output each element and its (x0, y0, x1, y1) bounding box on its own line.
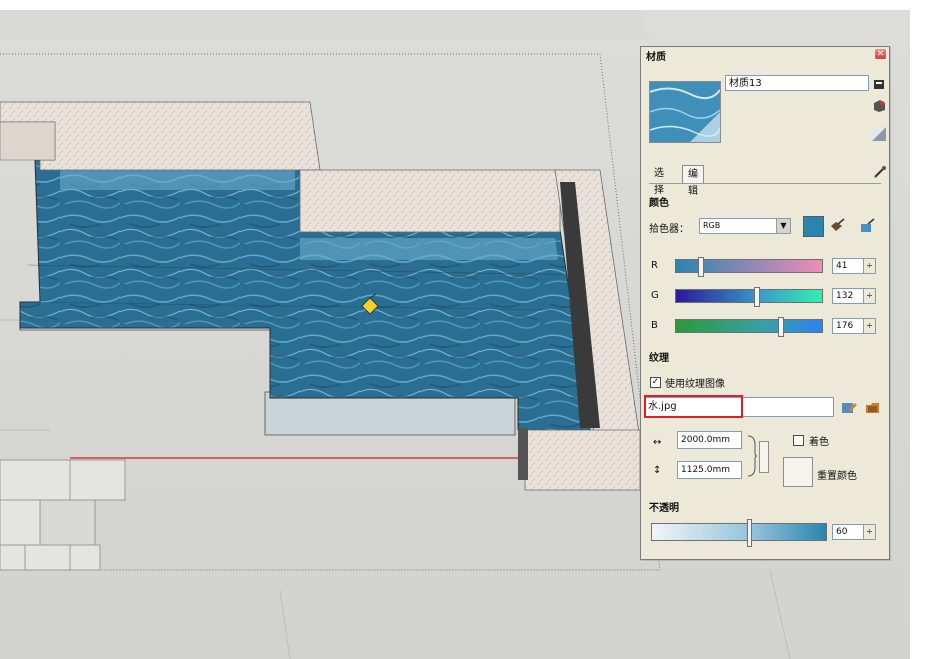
color-picker-value: RGB (703, 221, 721, 230)
create-material-icon (874, 100, 885, 112)
use-texture-label: 使用纹理图像 (665, 379, 725, 390)
picker-label: 拾色器： (649, 224, 689, 235)
annotation-highlight (644, 395, 743, 418)
match-model-color-button[interactable] (829, 218, 845, 232)
b-slider-knob[interactable] (778, 317, 784, 337)
tab-divider (649, 183, 881, 184)
r-label: R (651, 260, 658, 271)
texture-section-title: 纹理 (649, 353, 669, 364)
default-material-icon (872, 127, 886, 141)
close-button[interactable]: ✕ (875, 49, 886, 59)
height-arrow-icon: ↕ (653, 465, 662, 476)
r-slider-knob[interactable] (698, 257, 704, 277)
use-texture-checkbox[interactable]: ✓ (650, 377, 661, 388)
r-value-input[interactable]: 41 ÷ (832, 258, 876, 274)
b-label: B (651, 320, 658, 331)
g-label: G (651, 290, 659, 301)
b-value: 176 (836, 321, 854, 331)
g-slider-knob[interactable] (754, 287, 760, 307)
match-model-color-icon (831, 218, 845, 231)
texture-width-value: 2000.0mm (681, 435, 731, 445)
aspect-bracket (747, 435, 758, 477)
create-material-button[interactable] (872, 99, 886, 113)
reset-color-button[interactable]: 重置颜色 (817, 467, 857, 482)
r-slider[interactable] (675, 257, 823, 277)
texture-width-input[interactable]: 2000.0mm (677, 431, 742, 449)
aspect-lock-toggle[interactable] (759, 441, 769, 473)
spinner-icon[interactable]: ÷ (863, 525, 875, 539)
panel-titlebar: 材质 ✕ (641, 47, 889, 63)
opacity-value-input[interactable]: 60 ÷ (832, 524, 876, 540)
eyedropper-icon (874, 166, 886, 178)
r-value: 41 (836, 261, 848, 271)
colorize-label: 着色 (809, 437, 829, 448)
sketchup-window: 材质 ✕ 材质13 选择 编辑 颜色 拾色器： RGB ▼ R 41 ÷ G 1… (0, 0, 929, 659)
b-slider[interactable] (675, 317, 823, 337)
color-swatch[interactable] (803, 216, 824, 237)
g-slider[interactable] (675, 287, 823, 307)
spinner-icon[interactable]: ÷ (863, 259, 875, 273)
display-secondary-pane-button[interactable] (872, 77, 886, 91)
tab-edit[interactable]: 编辑 (682, 165, 704, 197)
color-picker-select[interactable]: RGB ▼ (699, 218, 791, 234)
spinner-icon[interactable]: ÷ (863, 319, 875, 333)
color-section-title: 颜色 (649, 198, 669, 209)
material-preview (649, 81, 721, 143)
chevron-down-icon: ▼ (776, 219, 790, 233)
g-value-input[interactable]: 132 ÷ (832, 288, 876, 304)
colorize-checkbox[interactable] (793, 435, 804, 446)
sample-paint-button[interactable] (873, 165, 887, 179)
edit-texture-button[interactable] (841, 400, 857, 414)
texture-height-input[interactable]: 1125.0mm (677, 461, 742, 479)
browse-texture-button[interactable] (865, 400, 879, 414)
tab-select[interactable]: 选择 (649, 165, 669, 196)
opacity-section-title: 不透明 (649, 503, 679, 514)
close-icon: ✕ (876, 49, 885, 59)
texture-height-value: 1125.0mm (681, 465, 731, 475)
b-value-input[interactable]: 176 ÷ (832, 318, 876, 334)
width-arrow-icon: ↔ (653, 437, 662, 448)
opacity-slider-knob[interactable] (747, 519, 752, 547)
default-material-button[interactable] (872, 127, 886, 141)
opacity-slider[interactable] (651, 523, 827, 541)
spinner-icon[interactable]: ÷ (863, 289, 875, 303)
g-value: 132 (836, 291, 854, 301)
edit-texture-icon (842, 403, 857, 413)
pane-toggle-icon (874, 80, 884, 89)
panel-title: 材质 (646, 52, 666, 63)
opacity-value: 60 (836, 527, 848, 537)
materials-panel: 材质 ✕ 材质13 选择 编辑 颜色 拾色器： RGB ▼ R 41 ÷ G 1… (640, 46, 890, 560)
match-screen-color-icon (861, 218, 875, 232)
colorize-color-box (783, 457, 813, 487)
browse-folder-icon (866, 403, 879, 413)
material-name-input[interactable]: 材质13 (725, 75, 869, 91)
match-screen-color-button[interactable] (859, 218, 875, 232)
